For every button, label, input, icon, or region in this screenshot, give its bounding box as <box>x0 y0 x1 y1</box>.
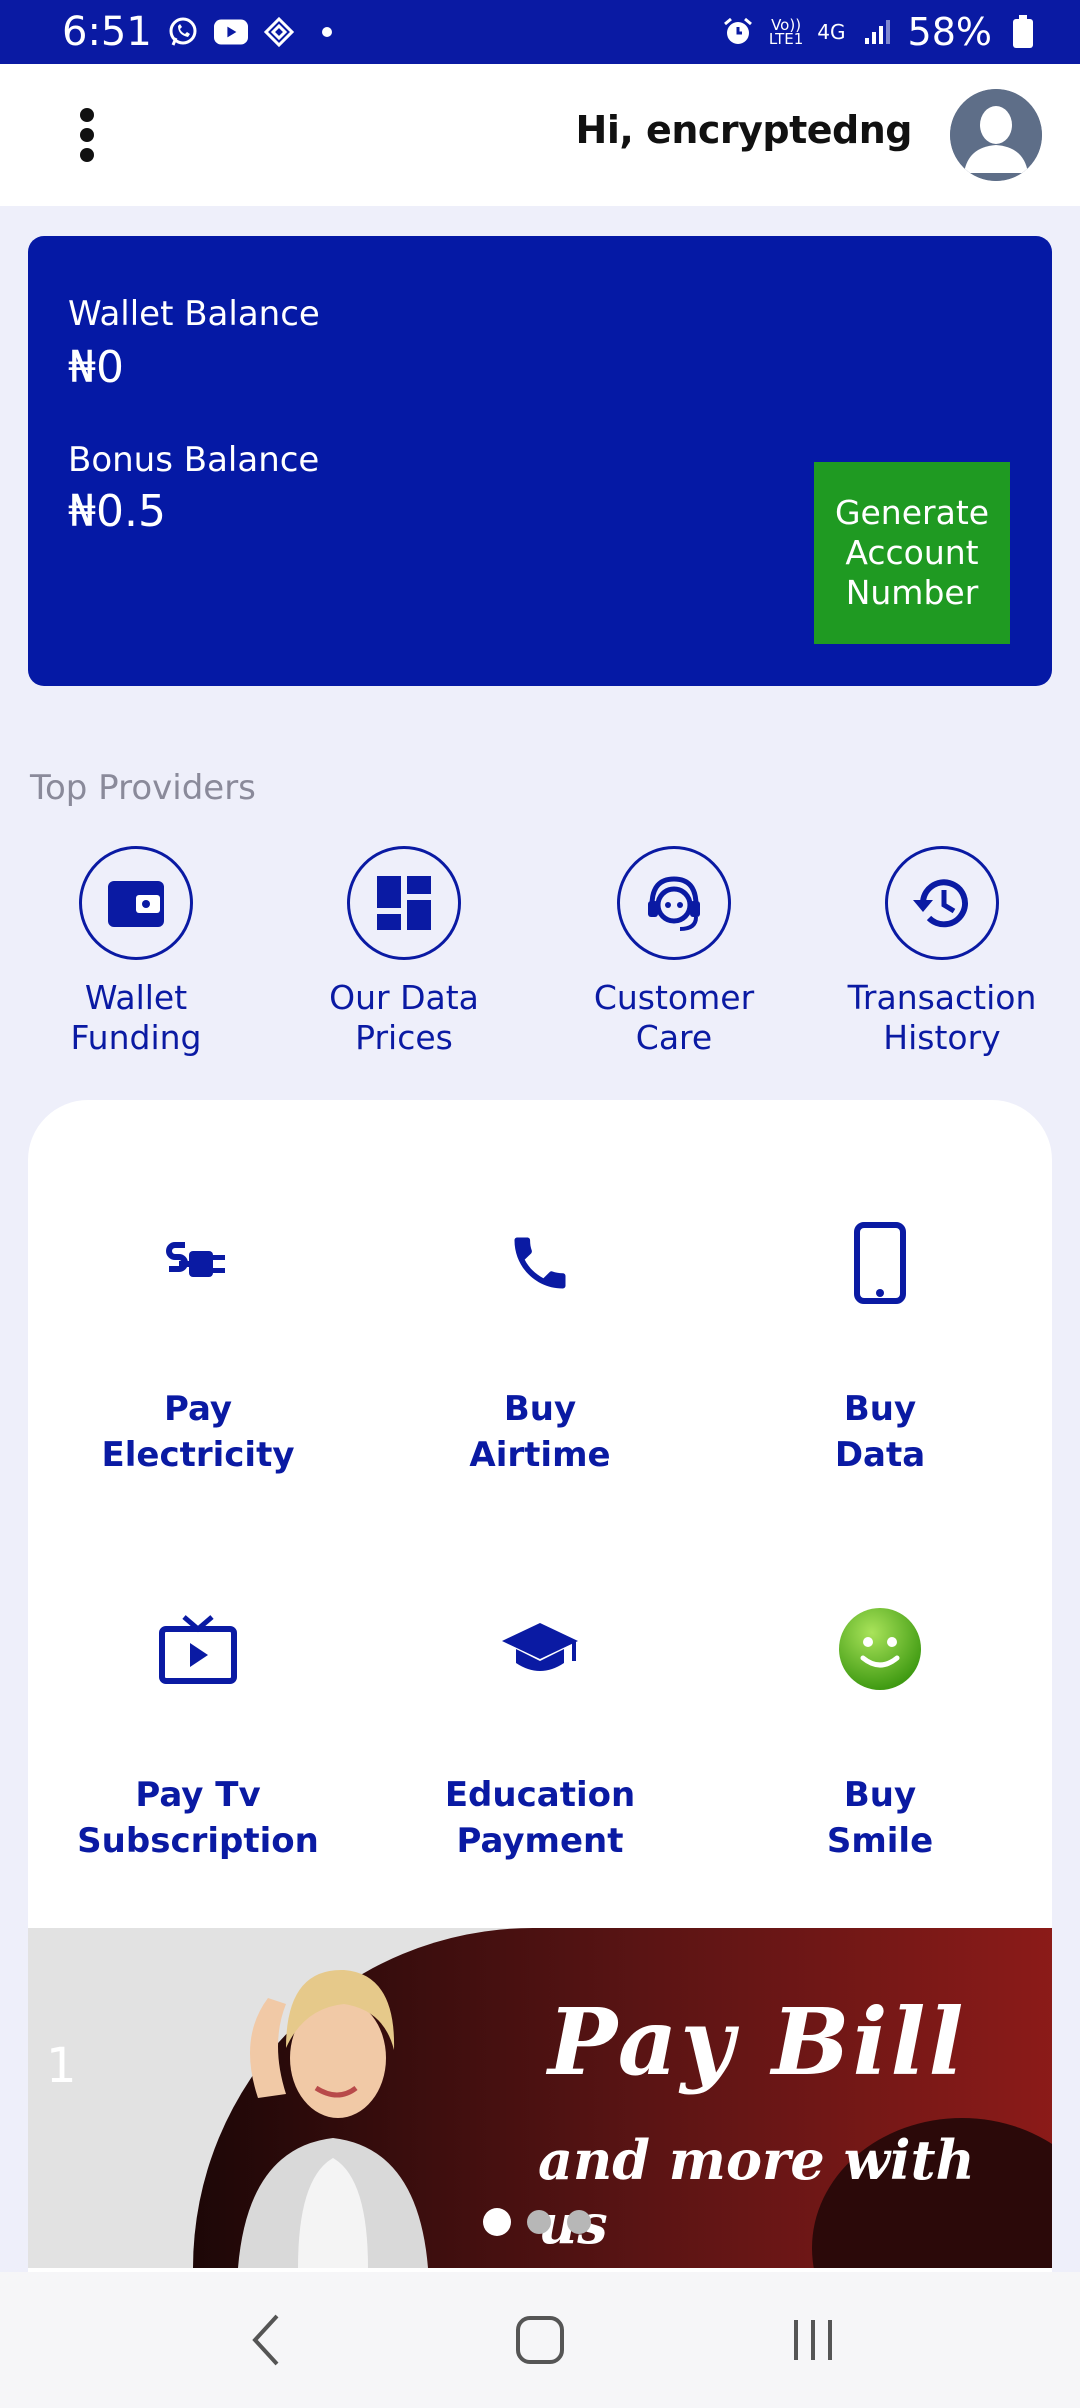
carousel-indicator <box>483 2208 591 2236</box>
status-bar: 6:51 Vo)) LTE1 4G 58% <box>0 0 1080 64</box>
woman-phone-image <box>198 1948 528 2268</box>
service-label: Buy Smile <box>826 1775 934 1861</box>
dot-icon <box>310 15 344 49</box>
signal-icon <box>860 15 894 49</box>
greeting-text: Hi, encryptedng <box>575 108 913 152</box>
service-label: Education Payment <box>444 1775 636 1861</box>
alarm-icon <box>721 15 755 49</box>
status-time: 6:51 <box>62 9 152 55</box>
top-providers-title: Top Providers <box>30 768 256 808</box>
service-label: Pay Tv Subscription <box>77 1775 319 1861</box>
service-label: Buy Data <box>834 1389 926 1475</box>
service-buy-airtime[interactable]: Buy Airtime <box>390 1218 690 1478</box>
status-bar-left: 6:51 <box>62 9 344 55</box>
promo-banner[interactable]: 1 Pay Bill and more with us <box>28 1928 1052 2268</box>
phone-icon <box>390 1218 690 1308</box>
youtube-icon <box>213 15 248 49</box>
more-vert-icon[interactable] <box>60 100 114 170</box>
whatsapp-icon <box>166 15 200 49</box>
provider-transaction-history[interactable]: Transaction History <box>822 846 1062 1058</box>
support-agent-icon <box>617 846 731 960</box>
banner-subtitle: and more with us <box>538 2128 975 2256</box>
provider-wallet-funding[interactable]: Wallet Funding <box>16 846 256 1058</box>
history-icon <box>885 846 999 960</box>
provider-label: Transaction History <box>847 978 1037 1057</box>
home-icon[interactable] <box>500 2300 580 2380</box>
smartphone-icon <box>730 1218 1030 1308</box>
power-plug-icon <box>48 1218 348 1308</box>
carousel-dot-1[interactable] <box>483 2208 511 2236</box>
system-nav-bar <box>0 2272 1080 2408</box>
network-lte: LTE1 <box>768 30 804 48</box>
service-education-payment[interactable]: Education Payment <box>390 1604 690 1864</box>
smile-icon <box>730 1604 1030 1694</box>
network-type: 4G <box>817 20 846 44</box>
wallet-balance-value: ₦0 <box>68 342 124 393</box>
school-icon <box>390 1604 690 1694</box>
banner-title: Pay Bill <box>548 1988 967 2096</box>
provider-label: Our Data Prices <box>329 978 479 1057</box>
app-header: Hi, encryptedng <box>0 64 1080 206</box>
back-icon[interactable] <box>227 2300 307 2380</box>
service-label: Buy Airtime <box>469 1389 611 1475</box>
provider-customer-care[interactable]: Customer Care <box>554 846 794 1058</box>
bonus-balance-label: Bonus Balance <box>68 440 320 480</box>
carousel-dot-3[interactable] <box>567 2210 591 2234</box>
wallet-icon <box>79 846 193 960</box>
app-icon <box>262 15 296 49</box>
status-bar-right: Vo)) LTE1 4G 58% <box>721 10 1040 54</box>
slide-number: 1 <box>46 2038 77 2094</box>
network-label: Vo)) LTE1 <box>768 18 804 48</box>
carousel-dot-2[interactable] <box>527 2210 551 2234</box>
battery-percent: 58% <box>907 10 992 54</box>
service-buy-data[interactable]: Buy Data <box>730 1218 1030 1478</box>
generate-account-number-button[interactable]: Generate Account Number <box>814 462 1010 644</box>
tv-icon <box>48 1604 348 1694</box>
service-pay-tv[interactable]: Pay Tv Subscription <box>48 1604 348 1864</box>
dashboard-icon <box>347 846 461 960</box>
recents-icon[interactable] <box>773 2300 853 2380</box>
provider-data-prices[interactable]: Our Data Prices <box>284 846 524 1058</box>
user-avatar-icon[interactable] <box>950 89 1042 181</box>
bonus-balance-value: ₦0.5 <box>68 486 166 537</box>
wallet-balance-label: Wallet Balance <box>68 294 320 334</box>
service-label: Pay Electricity <box>101 1389 295 1475</box>
provider-label: Customer Care <box>593 978 755 1057</box>
service-pay-electricity[interactable]: Pay Electricity <box>48 1218 348 1478</box>
service-buy-smile[interactable]: Buy Smile <box>730 1604 1030 1864</box>
provider-label: Wallet Funding <box>70 978 202 1057</box>
wallet-card: Wallet Balance ₦0 Bonus Balance ₦0.5 Gen… <box>28 236 1052 686</box>
battery-icon <box>1006 15 1040 49</box>
